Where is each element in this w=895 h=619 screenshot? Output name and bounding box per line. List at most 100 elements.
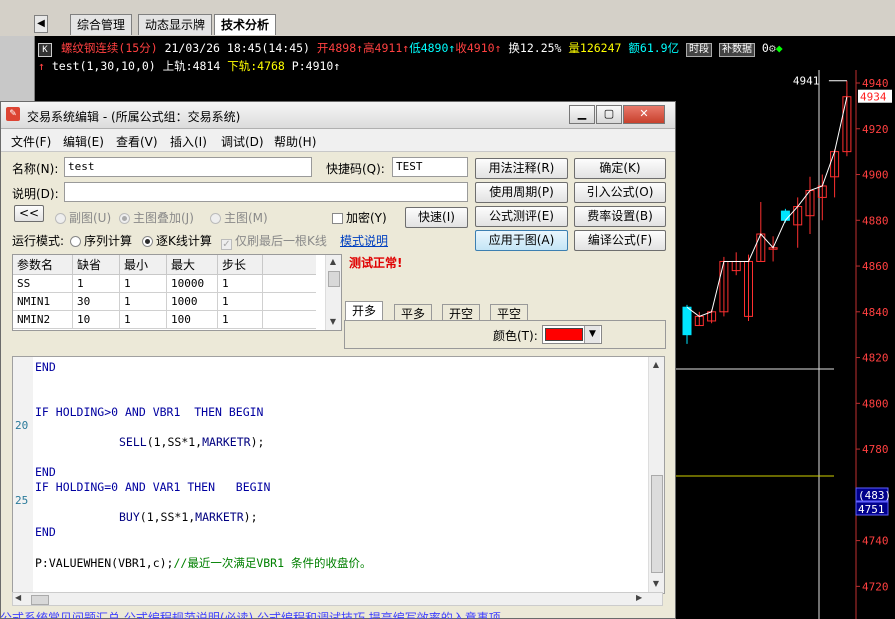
- radio-mainchart[interactable]: 主图(M): [210, 209, 268, 226]
- col-min[interactable]: 最小: [119, 255, 167, 275]
- table-cell[interactable]: 1: [217, 310, 263, 329]
- quick-button[interactable]: 快速(I): [405, 207, 468, 228]
- code-editor[interactable]: 20 25 END IF HOLDING>0 AND VBR1 THEN BEG…: [12, 356, 665, 594]
- use-period-button[interactable]: 使用周期(P): [475, 182, 568, 203]
- tab-scroll-left-icon[interactable]: ◀: [34, 15, 48, 33]
- table-cell[interactable]: 1000: [166, 292, 218, 311]
- code-line: IF HOLDING>0 AND VBR1 THEN BEGIN: [35, 405, 264, 419]
- quote-datetime: 21/03/26 18:45(14:45): [164, 41, 310, 55]
- fee-settings-button[interactable]: 费率设置(B): [574, 206, 666, 227]
- tab-comprehensive[interactable]: 综合管理: [70, 14, 133, 35]
- compile-formula-button[interactable]: 编译公式(F): [574, 230, 666, 251]
- table-row[interactable]: NMIN1 30 1 1000 1: [13, 292, 316, 311]
- label-4751: 4751: [858, 503, 885, 516]
- import-formula-button[interactable]: 引入公式(O): [574, 182, 666, 203]
- radio-each-k[interactable]: 逐K线计算: [142, 232, 212, 249]
- table-row[interactable]: SS 1 1 10000 1: [13, 274, 316, 293]
- scroll-left-icon[interactable]: ◀: [15, 593, 21, 602]
- table-cell[interactable]: 10000: [166, 274, 218, 293]
- menu-view[interactable]: 查看(V): [116, 133, 158, 150]
- code-line: SELL(1,SS*1,MARKETR);: [119, 435, 264, 449]
- apply-to-chart-button[interactable]: 应用于图(A): [475, 230, 568, 251]
- dropdown-arrow-icon[interactable]: ▼: [584, 326, 600, 343]
- scroll-up-icon[interactable]: ▲: [649, 360, 663, 369]
- table-cell[interactable]: 1: [119, 292, 167, 311]
- table-cell[interactable]: NMIN2: [13, 310, 73, 329]
- candlestick-chart[interactable]: 4940492049004880486048404820480047804760…: [676, 70, 895, 619]
- table-cell[interactable]: 1: [119, 274, 167, 293]
- menu-insert[interactable]: 插入(I): [170, 133, 207, 150]
- code-line: END: [35, 525, 56, 539]
- last-k-checkbox[interactable]: ✓ 仅刷最后一根K线: [221, 232, 327, 250]
- menu-help[interactable]: 帮助(H): [274, 133, 316, 150]
- dialog-title: 交易系统编辑 - (所属公式组：交易系统): [27, 110, 241, 124]
- mode-help-link[interactable]: 模式说明: [340, 232, 388, 249]
- col-param-name[interactable]: 参数名: [13, 255, 73, 275]
- price-label: 4934: [860, 91, 887, 104]
- shortcut-input[interactable]: TEST: [392, 157, 468, 177]
- col-default[interactable]: 缺省: [72, 255, 120, 275]
- table-cell[interactable]: NMIN1: [13, 292, 73, 311]
- table-cell[interactable]: 1: [72, 274, 120, 293]
- scroll-thumb[interactable]: [31, 595, 49, 605]
- menu-file[interactable]: 文件(F): [11, 133, 51, 150]
- supplement-data-button[interactable]: 补数据: [718, 43, 755, 57]
- k-line-icon[interactable]: K: [38, 43, 52, 57]
- period-button[interactable]: 时段: [686, 43, 713, 57]
- encrypt-checkbox[interactable]: 加密(Y): [332, 209, 387, 226]
- dialog-titlebar[interactable]: ✎ 交易系统编辑 - (所属公式组：交易系统) ▁ ▢ ✕: [1, 102, 675, 129]
- editor-scrollbar[interactable]: ▲ ▼: [648, 357, 664, 593]
- editor-hscrollbar[interactable]: ◀ ▶: [12, 592, 663, 606]
- indicator-p-value: P:4910: [291, 59, 334, 73]
- usage-notes-button[interactable]: 用法注释(R): [475, 158, 568, 179]
- minimize-icon[interactable]: ▁: [569, 105, 595, 124]
- scroll-right-icon[interactable]: ▶: [636, 593, 642, 602]
- name-label: 名称(N):: [12, 162, 59, 176]
- table-cell[interactable]: 1: [119, 310, 167, 329]
- tab-technical-analysis[interactable]: 技术分析: [214, 14, 277, 35]
- col-step[interactable]: 步长: [217, 255, 263, 275]
- table-cell[interactable]: SS: [13, 274, 73, 293]
- code-line: END: [35, 465, 56, 479]
- params-scrollbar[interactable]: ▲ ▼: [325, 255, 341, 330]
- table-cell[interactable]: 1: [217, 292, 263, 311]
- menu-edit[interactable]: 编辑(E): [63, 133, 104, 150]
- desc-input[interactable]: [64, 182, 468, 202]
- col-max[interactable]: 最大: [166, 255, 218, 275]
- scroll-down-icon[interactable]: ▼: [326, 317, 340, 326]
- quote-volume: 量126247: [568, 41, 622, 55]
- table-cell[interactable]: 30: [72, 292, 120, 311]
- table-cell[interactable]: 10: [72, 310, 120, 329]
- line-number: 20: [15, 419, 29, 432]
- checkbox-checked-icon: ✓: [221, 239, 232, 250]
- checkbox-icon: [332, 213, 343, 224]
- scroll-up-icon[interactable]: ▲: [326, 257, 340, 266]
- table-row[interactable]: NMIN2 10 1 100 1: [13, 310, 316, 329]
- diamond-icon[interactable]: ◆: [776, 41, 783, 55]
- scroll-thumb[interactable]: [651, 475, 663, 573]
- menu-debug[interactable]: 调试(D): [221, 133, 264, 150]
- formula-test-button[interactable]: 公式测评(E): [475, 206, 568, 227]
- color-select[interactable]: ▼: [542, 325, 602, 344]
- quote-amount: 额61.9亿: [628, 41, 680, 55]
- bottom-help-links[interactable]: 公式系统常见问题汇总 公式编程规范说明(必读) 公式编程和调试技巧 提高编写效率…: [0, 609, 676, 619]
- settings-icon[interactable]: ⚙: [769, 41, 776, 55]
- params-table[interactable]: 参数名 缺省 最小 最大 步长 SS 1 1 10000 1 NMIN1 30 …: [12, 254, 342, 331]
- table-cell[interactable]: 1: [217, 274, 263, 293]
- radio-overlay[interactable]: 主图叠加(J): [119, 209, 194, 226]
- radio-sequence[interactable]: 序列计算: [70, 232, 132, 249]
- collapse-button[interactable]: <<: [14, 205, 44, 222]
- table-cell[interactable]: 100: [166, 310, 218, 329]
- high-annotation: 4941: [793, 75, 820, 88]
- scroll-thumb[interactable]: [328, 271, 340, 287]
- tab-dynamic-board[interactable]: 动态显示牌: [138, 14, 213, 35]
- close-icon[interactable]: ✕: [623, 105, 665, 124]
- maximize-icon[interactable]: ▢: [596, 105, 622, 124]
- scroll-down-icon[interactable]: ▼: [649, 579, 663, 588]
- code-line: IF HOLDING=0 AND VAR1 THEN BEGIN: [35, 480, 270, 494]
- name-input[interactable]: test: [64, 157, 312, 177]
- tab-bar: 综合管理 动态显示牌 技术分析: [0, 12, 895, 36]
- radio-subchart[interactable]: 副图(U): [55, 209, 111, 226]
- y-tick-label: 4920: [862, 123, 889, 136]
- confirm-button[interactable]: 确定(K): [574, 158, 666, 179]
